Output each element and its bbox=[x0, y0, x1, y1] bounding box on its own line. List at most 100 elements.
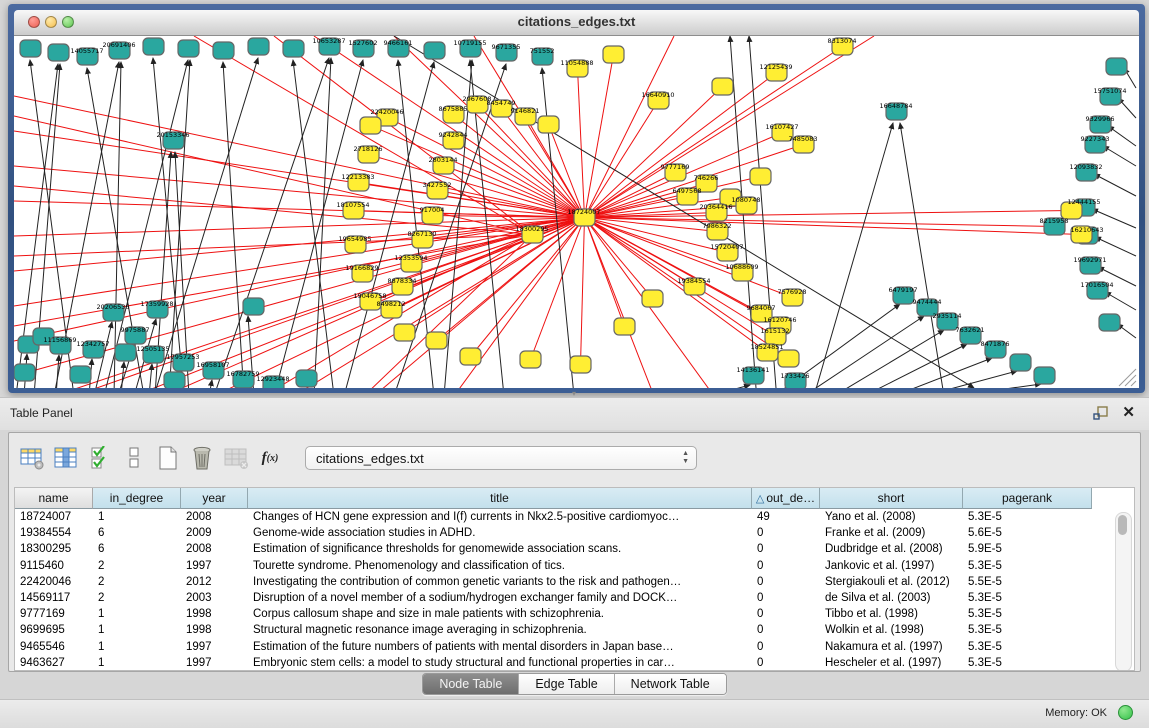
column-header-year[interactable]: year bbox=[181, 488, 248, 509]
graph-node-label: 19384554 bbox=[677, 277, 710, 285]
graph-node[interactable] bbox=[1034, 367, 1055, 384]
graph-node[interactable] bbox=[460, 348, 481, 365]
graph-node[interactable] bbox=[1106, 58, 1127, 75]
network-canvas[interactable]: 1405571720691406106532871527602946616110… bbox=[14, 36, 1139, 388]
table-cell: 2 bbox=[93, 590, 181, 606]
graph-node-label: 16782759 bbox=[226, 370, 259, 378]
citation-network-graph: 1405571720691406106532871527602946616110… bbox=[14, 36, 1139, 388]
table-row[interactable]: 946362711997Embryonic stem cells: a mode… bbox=[15, 655, 1134, 671]
column-header-indegree[interactable]: in_degree bbox=[93, 488, 181, 509]
table-source-dropdown[interactable]: citations_edges.txt ▲▼ bbox=[305, 446, 697, 470]
table-cell: Yano et al. (2008) bbox=[820, 509, 963, 525]
table-cell: 5.3E-5 bbox=[963, 509, 1092, 525]
graph-node-label: 11054888 bbox=[560, 59, 593, 67]
table-cell: Hescheler et al. (1997) bbox=[820, 655, 963, 671]
select-all-checks-icon[interactable] bbox=[85, 443, 115, 473]
graph-node[interactable] bbox=[424, 42, 445, 59]
table-toolbar: f(x) citations_edges.txt ▲▼ bbox=[17, 438, 697, 478]
graph-node[interactable] bbox=[178, 40, 199, 57]
scrollbar-thumb[interactable] bbox=[1118, 515, 1127, 535]
delete-icon[interactable] bbox=[187, 443, 217, 473]
graph-node-label: 18724007 bbox=[567, 208, 600, 216]
graph-node[interactable] bbox=[603, 46, 624, 63]
table-cell: Investigating the contribution of common… bbox=[248, 574, 752, 590]
table-row[interactable]: 1456911722003Disruption of a novel membe… bbox=[15, 590, 1134, 606]
new-document-icon[interactable] bbox=[153, 443, 183, 473]
graph-node-label: 14136141 bbox=[736, 366, 769, 374]
graph-node[interactable] bbox=[642, 290, 663, 307]
graph-node[interactable] bbox=[394, 324, 415, 341]
memory-status-led[interactable] bbox=[1118, 705, 1133, 720]
graph-node[interactable] bbox=[778, 350, 799, 367]
graph-node[interactable] bbox=[614, 318, 635, 335]
tab-network-table[interactable]: Network Table bbox=[615, 674, 726, 694]
graph-node-label: 12505135 bbox=[136, 345, 169, 353]
table-cell: 0 bbox=[752, 525, 820, 541]
table-cell: 1998 bbox=[181, 606, 248, 622]
table-row[interactable]: 1830029562008Estimation of significance … bbox=[15, 541, 1134, 557]
graph-node-label: 12353594 bbox=[394, 254, 427, 262]
graph-node[interactable] bbox=[115, 344, 136, 361]
graph-node-label: 7632621 bbox=[956, 326, 985, 334]
graph-node[interactable] bbox=[248, 38, 269, 55]
graph-node-label: 16210643 bbox=[1070, 226, 1103, 234]
graph-node[interactable] bbox=[70, 366, 91, 383]
table-cell: 2009 bbox=[181, 525, 248, 541]
table-row[interactable]: 969969511998Structural magnetic resonanc… bbox=[15, 622, 1134, 638]
clear-checks-icon[interactable] bbox=[119, 443, 149, 473]
canvas-resize-grip[interactable] bbox=[1119, 369, 1136, 386]
graph-node-label: 14055717 bbox=[70, 47, 103, 55]
table-row[interactable]: 1872400712008Changes of HCN gene express… bbox=[15, 509, 1134, 525]
table-row[interactable]: 977716911998Corpus callosum shape and si… bbox=[15, 606, 1134, 622]
graph-node[interactable] bbox=[712, 78, 733, 95]
table-cell: 5.6E-5 bbox=[963, 525, 1092, 541]
window-titlebar[interactable]: citations_edges.txt bbox=[14, 10, 1139, 36]
graph-node[interactable] bbox=[570, 356, 591, 373]
table-row[interactable]: 946554611997Estimation of the future num… bbox=[15, 639, 1134, 655]
graph-node[interactable] bbox=[1099, 314, 1120, 331]
graph-node[interactable] bbox=[213, 42, 234, 59]
close-panel-icon[interactable]: ✕ bbox=[1122, 403, 1135, 421]
graph-node[interactable] bbox=[20, 40, 41, 57]
table-row[interactable]: 2242004622012Investigating the contribut… bbox=[15, 574, 1134, 590]
graph-node[interactable] bbox=[538, 116, 559, 133]
graph-node[interactable] bbox=[164, 372, 185, 388]
float-panel-icon[interactable] bbox=[1093, 405, 1109, 421]
graph-node[interactable] bbox=[283, 40, 304, 57]
tab-edge-table[interactable]: Edge Table bbox=[519, 674, 614, 694]
graph-node-label: 18524851 bbox=[750, 343, 783, 351]
column-header-pagerank[interactable]: pagerank bbox=[963, 488, 1092, 509]
tab-node-table[interactable]: Node Table bbox=[423, 674, 519, 694]
graph-node[interactable] bbox=[48, 44, 69, 61]
graph-node-label: 7576928 bbox=[778, 288, 807, 296]
table-cell: 14569117 bbox=[15, 590, 93, 606]
graph-node-label: 20691406 bbox=[102, 41, 135, 49]
vertical-scrollbar[interactable] bbox=[1115, 512, 1132, 671]
graph-node-label: 10719155 bbox=[453, 39, 486, 47]
column-header-name[interactable]: name bbox=[15, 488, 93, 509]
graph-node[interactable] bbox=[243, 298, 264, 315]
table-cell: 9699695 bbox=[15, 622, 93, 638]
graph-node[interactable] bbox=[426, 332, 447, 349]
function-builder-icon[interactable]: f(x) bbox=[255, 443, 285, 473]
graph-node[interactable] bbox=[360, 117, 381, 134]
graph-node[interactable] bbox=[520, 351, 541, 368]
graph-node-label: 16648784 bbox=[879, 102, 912, 110]
table-row[interactable]: 1938455462009Genome-wide association stu… bbox=[15, 525, 1134, 541]
column-header-outde[interactable]: △out_de… bbox=[752, 488, 820, 509]
graph-node[interactable] bbox=[1010, 354, 1031, 371]
table-cell: 1 bbox=[93, 639, 181, 655]
graph-node[interactable] bbox=[296, 370, 317, 387]
table-row[interactable]: 911546021997Tourette syndrome. Phenomeno… bbox=[15, 558, 1134, 574]
table-cell: 5.3E-5 bbox=[963, 606, 1092, 622]
table-cell: 2 bbox=[93, 558, 181, 574]
column-header-short[interactable]: short bbox=[820, 488, 963, 509]
graph-node-label: 751552 bbox=[530, 47, 555, 55]
table-settings-icon[interactable] bbox=[17, 443, 47, 473]
graph-node[interactable] bbox=[14, 364, 35, 381]
graph-node[interactable] bbox=[143, 38, 164, 55]
graph-node[interactable] bbox=[750, 168, 771, 185]
column-header-title[interactable]: title bbox=[248, 488, 752, 509]
graph-node-label: 10653287 bbox=[312, 37, 345, 45]
select-columns-icon[interactable] bbox=[51, 443, 81, 473]
